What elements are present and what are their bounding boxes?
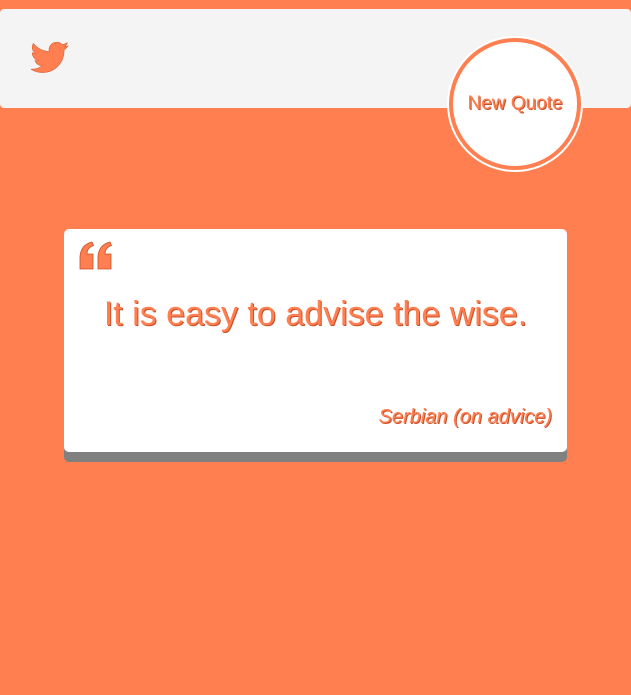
- new-quote-button[interactable]: New Quote: [449, 38, 581, 170]
- quote-author: Serbian (on advice): [378, 406, 552, 428]
- quote-card: It is easy to advise the wise. Serbian (…: [64, 229, 567, 452]
- quote-text: It is easy to advise the wise.: [103, 295, 528, 333]
- quote-left-icon: [78, 241, 114, 271]
- tweet-quote-link[interactable]: [31, 42, 69, 74]
- twitter-icon: [31, 42, 69, 73]
